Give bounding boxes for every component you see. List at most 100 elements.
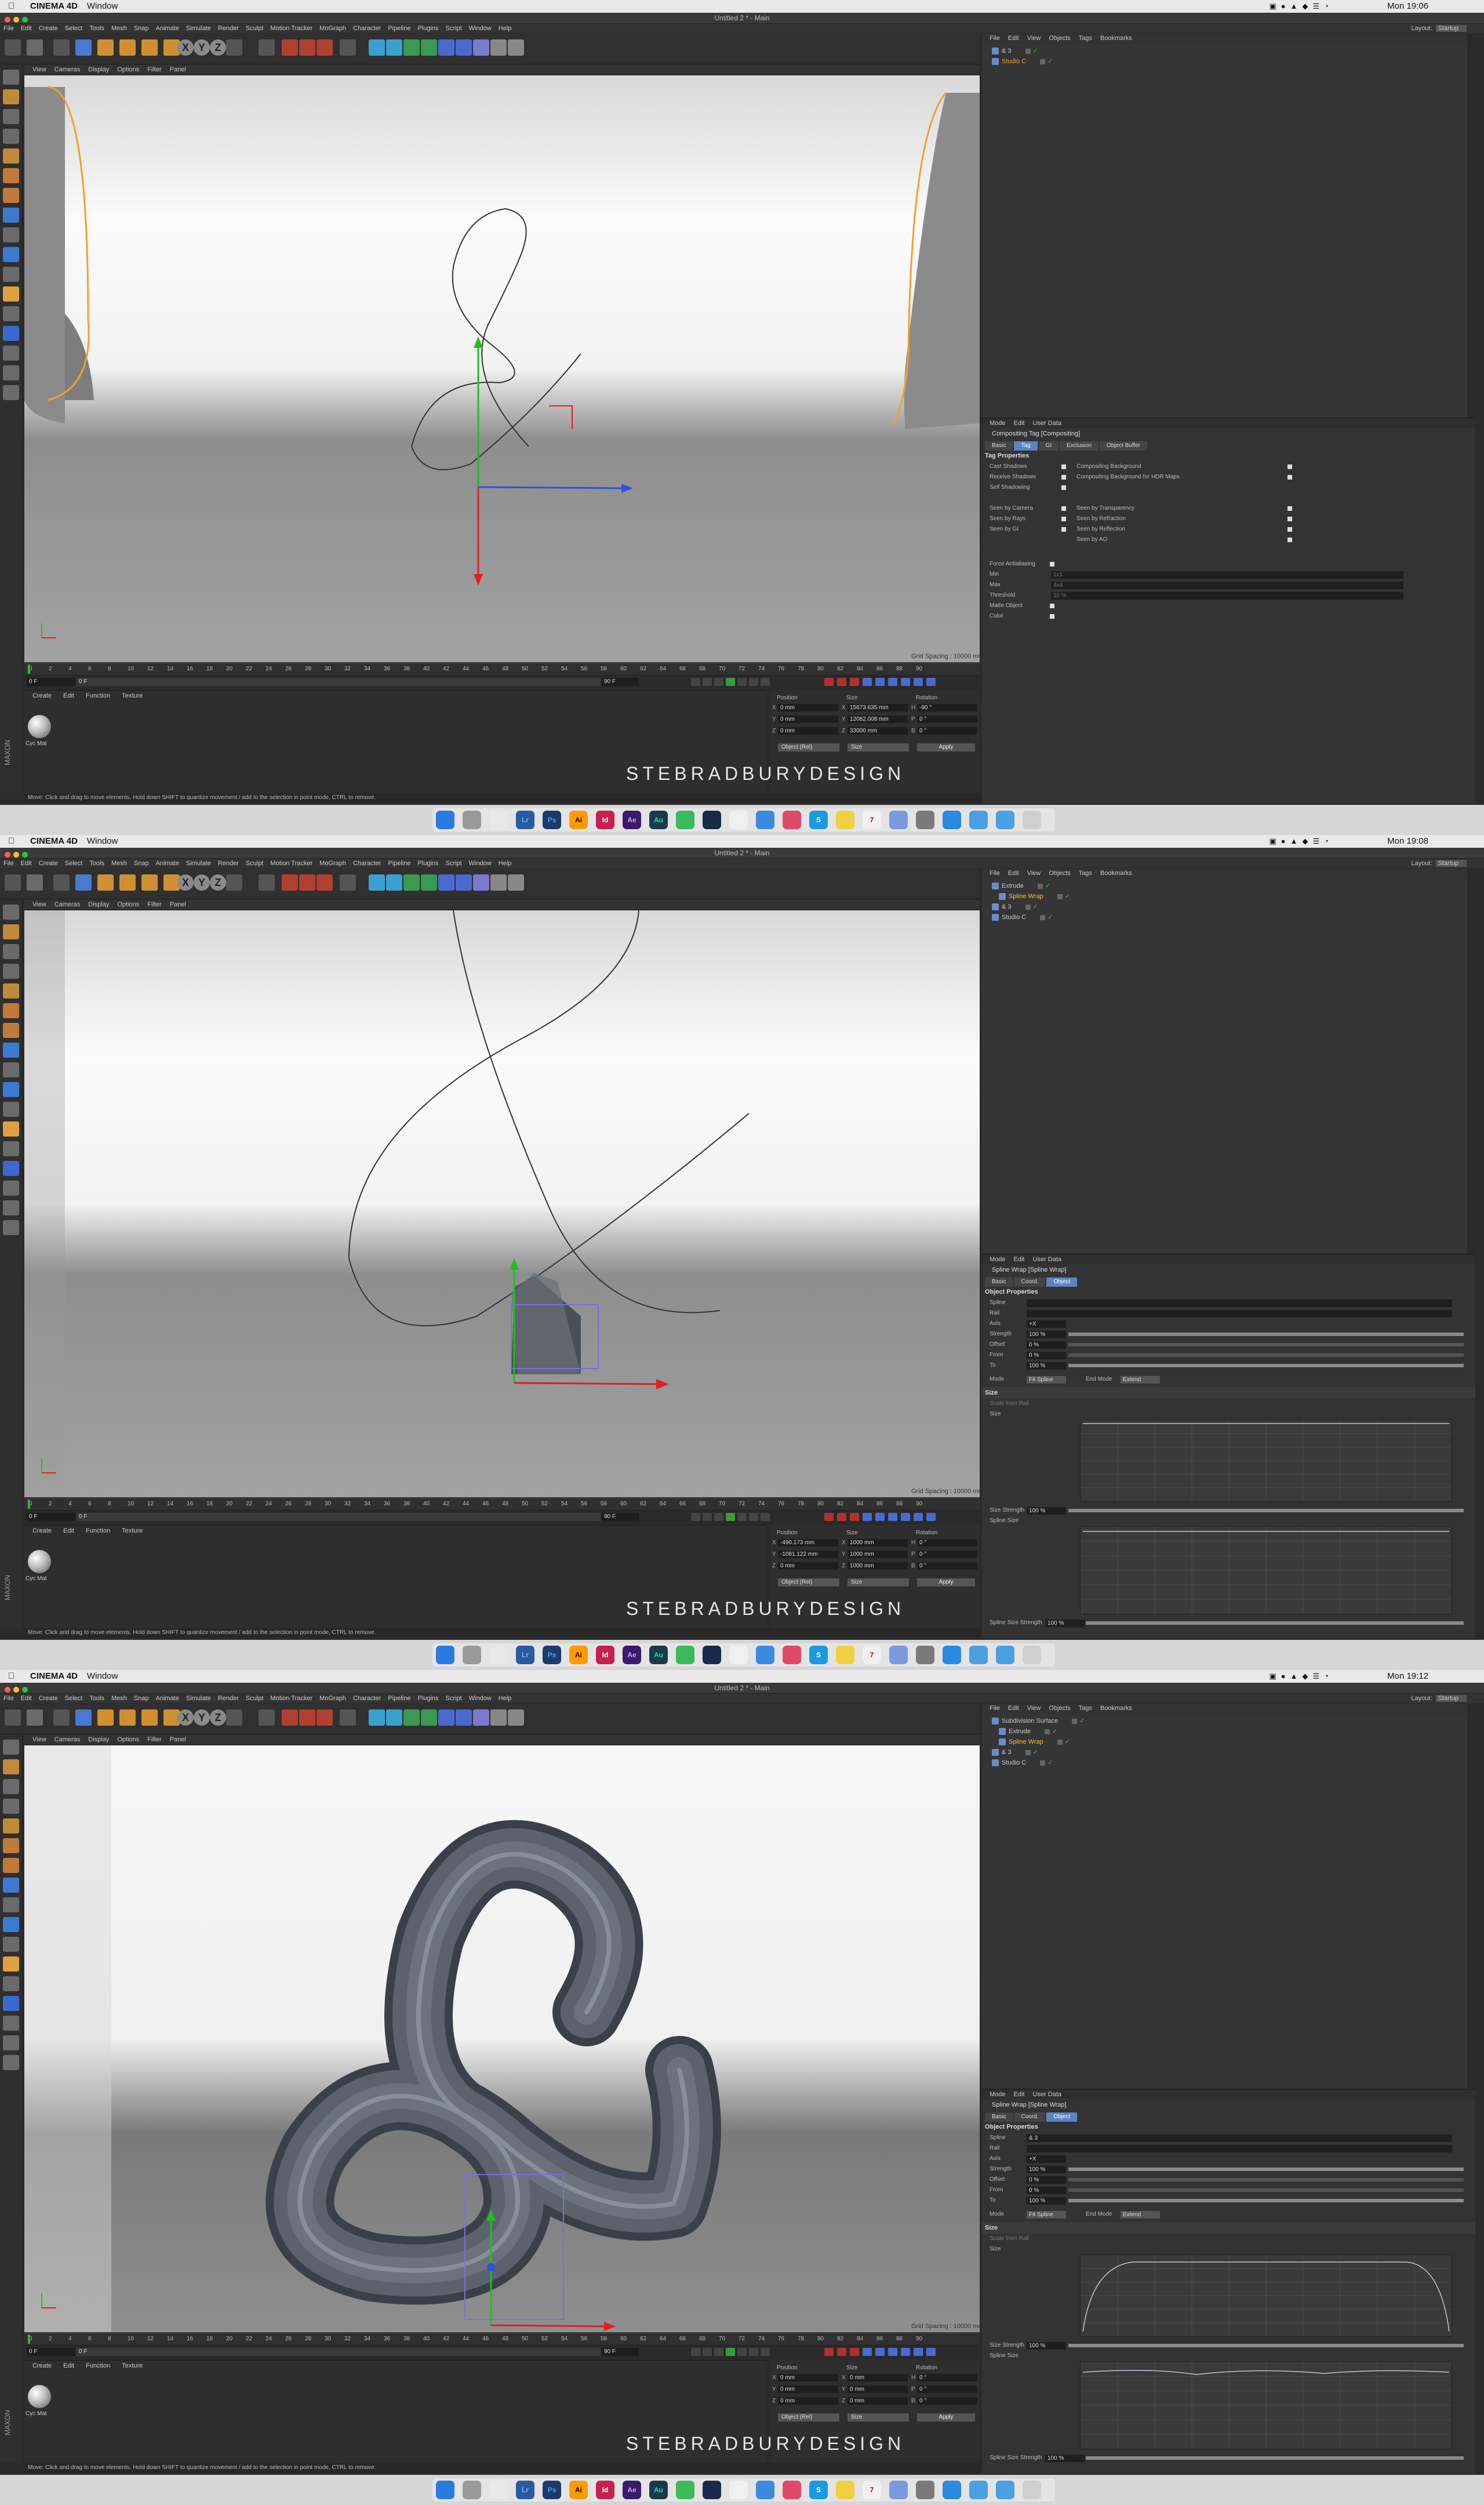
- prop-row[interactable]: Threshold 10 %: [981, 590, 1465, 601]
- object-name[interactable]: & 3: [1002, 1749, 1012, 1756]
- spline-icon[interactable]: [340, 874, 356, 891]
- timeline-icon[interactable]: [3, 2055, 19, 2070]
- spline-graph[interactable]: [1080, 2361, 1452, 2449]
- checkbox[interactable]: [1287, 506, 1292, 511]
- array-icon[interactable]: [403, 39, 420, 56]
- prop-row[interactable]: Offset 0 %: [981, 2174, 1475, 2185]
- tweak-mode-icon[interactable]: [3, 1062, 19, 1077]
- menu-item[interactable]: Animate: [156, 1695, 179, 1702]
- prop-row[interactable]: Matte Object: [981, 601, 1465, 611]
- 3d-viewport[interactable]: Grid Spacing : 10000 mm: [24, 1745, 980, 2332]
- size-field[interactable]: 15673.635 mm: [848, 704, 908, 711]
- axis-mode-icon[interactable]: [3, 208, 19, 223]
- size-field[interactable]: 1000 mm: [848, 1539, 908, 1546]
- value-slider[interactable]: [1068, 2178, 1464, 2181]
- rotation-field[interactable]: 0 °: [917, 1551, 977, 1558]
- nurbs-icon[interactable]: [386, 39, 402, 56]
- object-row[interactable]: & 3 ✓: [992, 46, 1038, 56]
- checkbox[interactable]: [1061, 475, 1066, 480]
- z-axis-lock-icon[interactable]: Z: [210, 1709, 226, 1726]
- dock-skype-icon[interactable]: S: [809, 1646, 828, 1664]
- dock-calendar-icon[interactable]: 7: [863, 2481, 881, 2499]
- recent-tool-icon[interactable]: [141, 1709, 158, 1726]
- menu-item[interactable]: Snap: [134, 1695, 149, 1702]
- menu-item[interactable]: Create: [39, 25, 58, 32]
- rotation-field[interactable]: 0 °: [917, 2397, 977, 2405]
- system-tray-icons[interactable]: ▣●▲◆☰◔: [1269, 0, 1333, 13]
- material-menu-item[interactable]: Edit: [63, 692, 74, 699]
- rotate-icon[interactable]: [119, 874, 136, 891]
- link-field[interactable]: [1027, 1299, 1452, 1307]
- dock-launchpad-icon[interactable]: [463, 2481, 481, 2499]
- scale-icon[interactable]: [97, 1709, 114, 1726]
- layout-selector[interactable]: Layout: Startup: [1411, 1694, 1467, 1703]
- viewport-menu-item[interactable]: Options: [117, 66, 139, 73]
- rotation-field[interactable]: 0 °: [917, 716, 977, 723]
- attr-tab[interactable]: Object Buffer: [1099, 441, 1148, 451]
- menu-item[interactable]: Select: [65, 860, 83, 867]
- object-row[interactable]: & 3 ✓: [992, 1748, 1038, 1757]
- redo-icon[interactable]: [27, 874, 43, 891]
- link-field[interactable]: [1027, 2145, 1452, 2152]
- prop-value[interactable]: 0 %: [1027, 1352, 1066, 1359]
- light-bulb-icon[interactable]: [508, 1709, 524, 1726]
- checkbox[interactable]: [1287, 538, 1292, 542]
- viewport-menu-item[interactable]: Cameras: [54, 901, 81, 908]
- keyframe-selection-icon[interactable]: [850, 678, 859, 686]
- menu-item[interactable]: Animate: [156, 25, 179, 32]
- value-slider[interactable]: [1068, 2188, 1464, 2192]
- snap-icon[interactable]: [3, 1102, 19, 1117]
- object-menu-item[interactable]: File: [990, 35, 1000, 42]
- dock-notes-icon[interactable]: [836, 2481, 854, 2499]
- render-settings-icon[interactable]: [317, 39, 333, 56]
- sculpt-icon[interactable]: [3, 1121, 19, 1137]
- polygons-mode-icon[interactable]: [3, 1858, 19, 1873]
- autokey-icon[interactable]: [837, 2348, 846, 2356]
- enabled-check-icon[interactable]: ✓: [1079, 1718, 1085, 1725]
- menu-item[interactable]: Sculpt: [246, 1695, 264, 1702]
- param-key-icon[interactable]: [901, 678, 910, 686]
- prop-value[interactable]: 100 %: [1027, 2197, 1066, 2205]
- attr-menu-item[interactable]: Edit: [1014, 1256, 1025, 1263]
- go-end-icon[interactable]: [761, 678, 770, 686]
- value-slider[interactable]: [1068, 1364, 1464, 1367]
- object-name[interactable]: Extrude: [1009, 1728, 1031, 1735]
- dock-system-preferences-icon[interactable]: [916, 2481, 934, 2499]
- material-menu-item[interactable]: Texture: [122, 2362, 143, 2369]
- value-slider[interactable]: [1068, 2168, 1464, 2171]
- checkbox[interactable]: [1061, 464, 1066, 469]
- material-preview[interactable]: [28, 715, 51, 738]
- solo-icon[interactable]: [3, 1082, 19, 1097]
- dock-notes-icon[interactable]: [836, 1646, 854, 1664]
- render-region-icon[interactable]: [259, 874, 275, 891]
- mac-window-menu[interactable]: Window: [87, 0, 118, 13]
- snap-icon[interactable]: [3, 1937, 19, 1952]
- prop-row[interactable]: Color: [981, 611, 1465, 622]
- menu-item[interactable]: Plugins: [417, 1695, 438, 1702]
- viewport-menu-item[interactable]: Filter: [147, 901, 161, 908]
- size-field[interactable]: 33000 mm: [848, 727, 908, 735]
- enable-axis-icon[interactable]: [3, 1181, 19, 1196]
- scale-from-rail-row[interactable]: Scale from Rail: [981, 1399, 1475, 1409]
- menu-item[interactable]: Edit: [21, 25, 32, 32]
- deformer-icon[interactable]: [421, 874, 437, 891]
- y-axis-lock-icon[interactable]: Y: [194, 874, 210, 891]
- attr-tab[interactable]: Tag: [1014, 441, 1038, 451]
- mode-dropdown[interactable]: Fit Spline: [1027, 1376, 1066, 1384]
- dope-sheet-icon[interactable]: [926, 678, 936, 686]
- dock-lr-icon[interactable]: Lr: [516, 2481, 534, 2499]
- viewport-menu-item[interactable]: View: [32, 66, 46, 73]
- checkbox[interactable]: [1061, 527, 1066, 532]
- object-menu-item[interactable]: Bookmarks: [1100, 35, 1132, 42]
- enabled-check-icon[interactable]: ✓: [1065, 1738, 1070, 1745]
- live-select-icon[interactable]: [53, 874, 70, 891]
- size-strength-value[interactable]: 100 %: [1027, 2342, 1066, 2350]
- prev-key-icon[interactable]: [703, 2348, 712, 2356]
- move-icon[interactable]: [75, 874, 92, 891]
- prop-row[interactable]: Self Shadowing: [981, 482, 1221, 493]
- undo-icon[interactable]: [5, 39, 21, 56]
- x-axis-lock-icon[interactable]: X: [177, 1709, 194, 1726]
- go-start-icon[interactable]: [691, 2348, 700, 2356]
- object-name[interactable]: Studio C: [1002, 914, 1026, 921]
- viewport-menu-item[interactable]: Display: [88, 901, 109, 908]
